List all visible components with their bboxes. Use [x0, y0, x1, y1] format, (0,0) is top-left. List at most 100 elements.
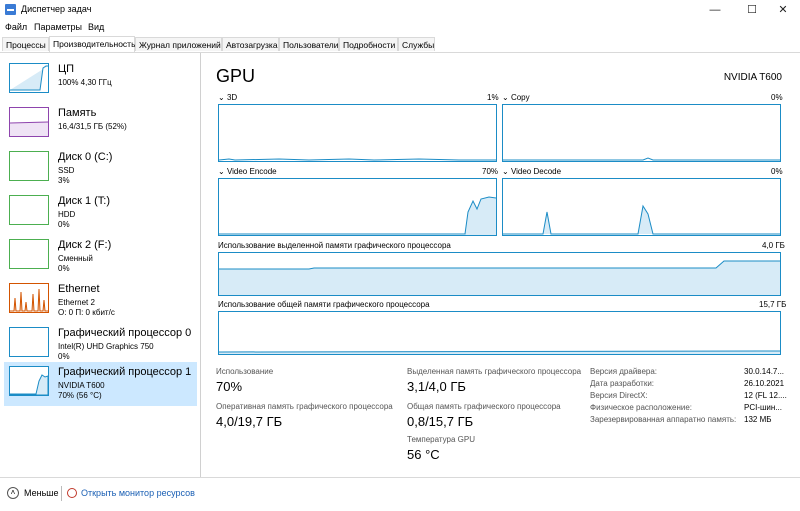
sidebar-item-disk-1[interactable]: Диск 1 (T:) HDD 0% — [4, 191, 197, 235]
maximize-button[interactable]: ☐ — [735, 0, 769, 20]
engine-copy-graph — [502, 104, 781, 162]
sidebar-item-title: ЦП — [58, 63, 75, 75]
resource-monitor-icon[interactable] — [67, 488, 77, 498]
engine-decode-graph — [502, 178, 781, 236]
cpu-thumbnail-graph — [9, 63, 49, 93]
sidebar-item-title: Диск 2 (F:) — [58, 239, 112, 251]
engine-decode-dropdown[interactable]: ⌄ Video Decode — [502, 167, 561, 176]
engine-copy-dropdown[interactable]: ⌄ Copy — [502, 93, 530, 102]
disk-0-thumbnail-graph — [9, 151, 49, 181]
dedicated-memory-stat-value: 3,1/4,0 ГБ — [407, 379, 466, 394]
dedicated-memory-label: Использование выделенной памяти графичес… — [218, 241, 451, 250]
sidebar-item-detail: SSD — [58, 166, 75, 175]
engine-3d-dropdown[interactable]: ⌄ 3D — [218, 93, 237, 102]
reserved-memory-label: Зарезервированная аппаратно память: — [590, 415, 737, 424]
physical-location-label: Физическое расположение: — [590, 403, 692, 412]
sidebar-item-title: Память — [58, 107, 97, 119]
tab-app-history[interactable]: Журнал приложений — [135, 37, 222, 51]
sidebar-item-detail: Сменный — [58, 254, 93, 263]
driver-date-value: 26.10.2021 — [744, 379, 785, 388]
tab-users[interactable]: Пользователи — [279, 37, 339, 51]
minimize-button[interactable]: — — [698, 0, 732, 20]
shared-memory-stat-label: Общая память графического процессора — [407, 402, 561, 411]
usage-value: 70% — [216, 379, 243, 394]
reserved-memory-value: 132 МБ — [744, 415, 772, 424]
tab-details[interactable]: Подробности — [339, 37, 398, 51]
tab-startup[interactable]: Автозагрузка — [222, 37, 279, 51]
open-resource-monitor-link[interactable]: Открыть монитор ресурсов — [81, 488, 195, 498]
engine-encode-graph — [218, 178, 497, 236]
engine-copy-value: 0% — [771, 93, 783, 102]
directx-version-label: Версия DirectX: — [590, 391, 648, 400]
sidebar-item-detail: 100% 4,30 ГГц — [58, 78, 112, 87]
engine-decode-value: 0% — [771, 167, 783, 176]
close-button[interactable]: ✕ — [766, 0, 800, 20]
sidebar-item-detail: Intel(R) UHD Graphics 750 — [58, 342, 154, 351]
sidebar-item-cpu[interactable]: ЦП 100% 4,30 ГГц — [4, 59, 197, 103]
dedicated-memory-stat-label: Выделенная память графического процессор… — [407, 367, 582, 376]
engine-3d-graph — [218, 104, 497, 162]
sidebar-item-disk-0[interactable]: Диск 0 (C:) SSD 3% — [4, 147, 197, 191]
engine-decode-label: Video Decode — [510, 167, 562, 176]
sidebar-item-detail: 16,4/31,5 ГБ (52%) — [58, 122, 127, 131]
sidebar-item-title: Графический процессор 1 — [58, 366, 192, 378]
temperature-label: Температура GPU — [407, 435, 476, 444]
sidebar-item-value: О: 0 П: 0 кбит/с — [58, 308, 115, 317]
engine-encode-label: Video Encode — [226, 167, 277, 176]
gpu-model-name: NVIDIA T600 — [723, 72, 782, 83]
menu-file[interactable]: Файл — [5, 22, 27, 32]
menu-bar: Файл Параметры Вид — [0, 20, 800, 36]
engine-3d-label: 3D — [226, 93, 238, 102]
shared-memory-label: Использование общей памяти графического … — [218, 300, 430, 309]
tab-performance[interactable]: Производительность — [49, 36, 136, 52]
sidebar-item-ethernet[interactable]: Ethernet Ethernet 2 О: 0 П: 0 кбит/с — [4, 279, 197, 323]
sidebar-item-value: 70% (56 °C) — [58, 391, 102, 400]
engine-encode-value: 70% — [482, 167, 499, 176]
sidebar-item-memory[interactable]: Память 16,4/31,5 ГБ (52%) — [4, 103, 197, 147]
engine-copy-label: Copy — [510, 93, 530, 102]
tab-services[interactable]: Службы — [398, 37, 435, 51]
sidebar-item-detail: Ethernet 2 — [58, 298, 95, 307]
footer-bar: ˄ Меньше Открыть монитор ресурсов — [0, 477, 800, 511]
sidebar-item-title: Графический процессор 0 — [58, 327, 192, 339]
shared-memory-graph — [218, 311, 781, 355]
engine-3d-value: 1% — [487, 93, 499, 102]
sidebar-item-gpu-0[interactable]: Графический процессор 0 Intel(R) UHD Gra… — [4, 323, 197, 367]
directx-version-value: 12 (FL 12.... — [744, 391, 787, 400]
driver-version-value: 30.0.14.7... — [744, 367, 785, 376]
menu-view[interactable]: Вид — [88, 22, 104, 32]
sidebar-item-title: Диск 0 (C:) — [58, 151, 113, 163]
ethernet-thumbnail-graph — [9, 283, 49, 313]
driver-version-label: Версия драйвера: — [590, 367, 658, 376]
sidebar-item-gpu-1[interactable]: Графический процессор 1 NVIDIA T600 70% … — [4, 362, 197, 406]
performance-sidebar: ЦП 100% 4,30 ГГц Память 16,4/31,5 ГБ (52… — [0, 53, 201, 477]
driver-date-label: Дата разработки: — [590, 379, 655, 388]
page-title: GPU — [216, 66, 256, 86]
engine-encode-dropdown[interactable]: ⌄ Video Encode — [218, 167, 277, 176]
usage-label: Использование — [216, 367, 274, 376]
menu-options[interactable]: Параметры — [34, 22, 82, 32]
sidebar-item-title: Диск 1 (T:) — [58, 195, 111, 207]
gpu-1-thumbnail-graph — [9, 366, 49, 396]
sidebar-item-value: 0% — [58, 220, 70, 229]
sidebar-item-value: 0% — [58, 352, 70, 361]
title-bar: Диспетчер задач — ☐ ✕ — [0, 0, 800, 20]
window-title: Диспетчер задач — [21, 4, 92, 14]
dedicated-memory-max: 4,0 ГБ — [762, 241, 785, 250]
sidebar-item-value: 0% — [58, 264, 70, 273]
gpu-0-thumbnail-graph — [9, 327, 49, 357]
disk-1-thumbnail-graph — [9, 195, 49, 225]
sidebar-item-disk-2[interactable]: Диск 2 (F:) Сменный 0% — [4, 235, 197, 279]
fewer-details-button[interactable]: Меньше — [24, 488, 59, 498]
sidebar-item-title: Ethernet — [58, 283, 100, 295]
dedicated-memory-graph — [218, 252, 781, 296]
task-manager-icon — [5, 4, 16, 15]
sidebar-item-detail: HDD — [58, 210, 76, 219]
gpu-ram-value: 4,0/19,7 ГБ — [216, 414, 283, 429]
physical-location-value: PCI-шин... — [744, 403, 782, 412]
chevron-up-icon[interactable]: ˄ — [7, 487, 19, 499]
shared-memory-stat-value: 0,8/15,7 ГБ — [407, 414, 474, 429]
tab-bar: Процессы Производительность Журнал прило… — [0, 36, 800, 53]
gpu-ram-label: Оперативная память графического процессо… — [216, 402, 393, 411]
tab-processes[interactable]: Процессы — [2, 37, 49, 51]
